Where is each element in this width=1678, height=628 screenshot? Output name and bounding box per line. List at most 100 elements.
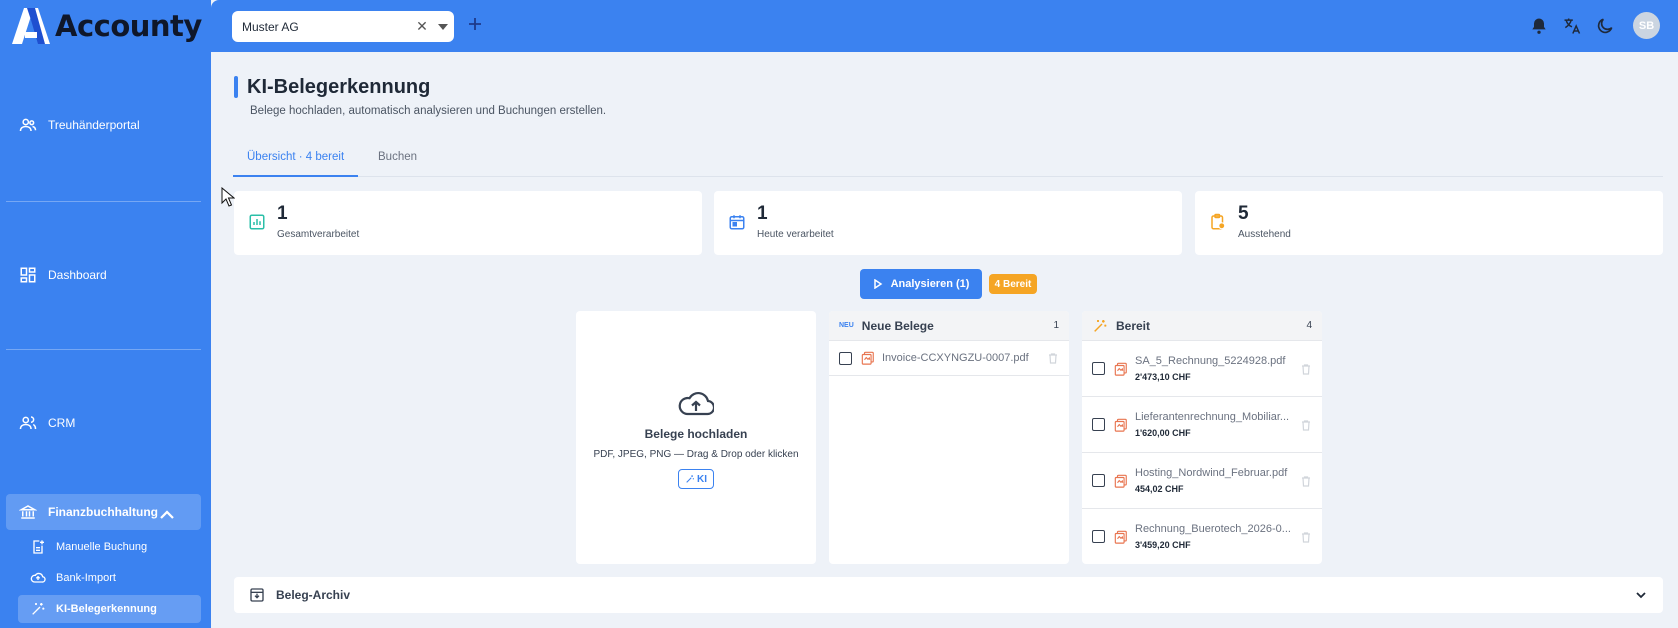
archive-icon — [250, 588, 264, 602]
analyze-button-label: Analysieren (1) — [890, 278, 970, 290]
trash-icon[interactable] — [1300, 531, 1312, 543]
stat-card-ausstehend: 5 Ausstehend — [1195, 191, 1663, 255]
magic-wand-icon — [1094, 319, 1107, 332]
pdf-file-icon — [1114, 474, 1127, 488]
sidebar-item-label: Treuhänderportal — [48, 118, 140, 132]
clear-icon[interactable]: ✕ — [412, 18, 432, 35]
list-item[interactable]: Hosting_Nordwind_Februar.pdf 454,02 CHF — [1082, 453, 1322, 509]
column-count: 1 — [1053, 320, 1059, 331]
company-select-value[interactable]: Muster AG — [242, 20, 412, 34]
stat-card-heute: 1 Heute verarbeitet — [714, 191, 1182, 255]
avatar[interactable]: SB — [1633, 12, 1660, 39]
plus-icon — [469, 18, 481, 30]
tabs: Übersicht · 4 bereit Buchen — [233, 147, 1663, 177]
cloud-upload-icon — [30, 572, 46, 583]
clipboard-pending-icon — [1211, 213, 1226, 230]
list-item[interactable]: SA_5_Rechnung_5224928.pdf 2'473,10 CHF — [1082, 341, 1322, 397]
grid-icon — [20, 267, 36, 283]
sidebar-item-treuhaenderportal[interactable]: Treuhänderportal — [6, 107, 201, 143]
contacts-icon — [19, 416, 37, 430]
checkbox[interactable] — [1092, 474, 1105, 487]
stat-value: 5 — [1238, 203, 1249, 224]
archive-label: Beleg-Archiv — [276, 588, 351, 602]
stat-label: Gesamtverarbeitet — [277, 229, 360, 240]
ready-documents-column: Bereit 4 SA_5_Rechnung_5224928.pdf 2'473… — [1082, 311, 1322, 564]
trash-icon[interactable] — [1047, 352, 1059, 364]
list-item[interactable]: Invoice-CCXYNGZU-0007.pdf — [829, 341, 1069, 376]
stat-value: 1 — [277, 203, 288, 224]
ki-chip: KI — [678, 469, 714, 489]
pdf-file-icon — [1114, 530, 1127, 544]
dark-mode-icon[interactable] — [1595, 16, 1615, 36]
upload-dropzone[interactable]: Belege hochladen PDF, JPEG, PNG — Drag &… — [576, 311, 816, 564]
stat-label: Ausstehend — [1238, 229, 1291, 240]
sidebar-subitem-bank-import[interactable]: Bank-Import — [18, 564, 201, 592]
file-name: Rechnung_Buerotech_2026-0... — [1135, 523, 1291, 535]
pdf-file-icon — [861, 351, 874, 365]
trash-icon[interactable] — [1300, 475, 1312, 487]
checkbox[interactable] — [1092, 530, 1105, 543]
list-item[interactable]: Lieferantenrechnung_Mobiliar... 1'620,00… — [1082, 397, 1322, 453]
title-accent — [234, 76, 238, 98]
sidebar-item-crm[interactable]: CRM — [6, 405, 201, 441]
sidebar-item-dashboard[interactable]: Dashboard — [6, 257, 201, 293]
chart-icon — [249, 214, 265, 230]
translate-icon[interactable] — [1562, 16, 1582, 36]
trash-icon[interactable] — [1300, 419, 1312, 431]
file-name: SA_5_Rechnung_5224928.pdf — [1135, 355, 1286, 367]
sidebar-subitem-label: Bank-Import — [56, 572, 116, 584]
bank-icon — [19, 505, 37, 519]
column-header: Bereit 4 — [1082, 311, 1322, 341]
magic-wand-icon — [32, 603, 45, 615]
checkbox[interactable] — [1092, 418, 1105, 431]
ready-badge: 4 Bereit — [989, 274, 1037, 294]
sidebar-subitem-label: KI-Belegerkennung — [56, 603, 157, 615]
bell-icon[interactable] — [1529, 16, 1549, 36]
chevron-down-icon[interactable] — [1635, 589, 1647, 601]
list-item[interactable]: Rechnung_Buerotech_2026-0... 3'459,20 CH… — [1082, 509, 1322, 564]
trash-icon[interactable] — [1300, 363, 1312, 375]
calendar-icon — [729, 215, 745, 230]
upload-title: Belege hochladen — [644, 427, 748, 441]
analyze-button[interactable]: Analysieren (1) — [860, 269, 982, 299]
cloud-upload-icon — [678, 392, 714, 416]
ki-chip-label: KI — [697, 473, 707, 485]
page-title: KI-Belegerkennung — [247, 76, 431, 98]
file-amount: 3'459,20 CHF — [1135, 540, 1191, 550]
file-name: Hosting_Nordwind_Februar.pdf — [1135, 467, 1288, 479]
tab-uebersicht[interactable]: Übersicht · 4 bereit — [233, 147, 359, 177]
mouse-cursor-icon — [221, 187, 235, 207]
sidebar-subitem-manuelle-buchung[interactable]: Manuelle Buchung — [18, 533, 201, 561]
logo[interactable]: Accounty — [10, 6, 202, 46]
column-title: Bereit — [1116, 318, 1151, 333]
add-company-button[interactable] — [463, 14, 487, 38]
tab-buchen[interactable]: Buchen — [364, 147, 431, 177]
chevron-up-icon[interactable] — [158, 506, 176, 524]
sidebar: Accounty Treuhänderportal Dashboard CRM … — [0, 0, 211, 628]
column-title: Neue Belege — [861, 318, 934, 333]
page-subtitle: Belege hochladen, automatisch analysiere… — [250, 105, 607, 117]
file-amount: 2'473,10 CHF — [1135, 372, 1191, 382]
new-documents-column: NEU Neue Belege 1 Invoice-CCXYNGZU-0007.… — [829, 311, 1069, 564]
magic-wand-icon — [686, 475, 694, 483]
sidebar-subitem-label: Manuelle Buchung — [56, 541, 148, 553]
archive-accordion[interactable]: Beleg-Archiv — [234, 577, 1663, 613]
file-amount: 1'620,00 CHF — [1135, 428, 1191, 438]
column-count: 4 — [1306, 320, 1312, 331]
column-header: NEU Neue Belege 1 — [829, 311, 1069, 341]
file-name: Invoice-CCXYNGZU-0007.pdf — [882, 352, 1029, 364]
new-tag: NEU — [839, 322, 854, 329]
checkbox[interactable] — [839, 351, 852, 365]
topbar: Muster AG ✕ SB — [211, 0, 1678, 52]
upload-hint: PDF, JPEG, PNG — Drag & Drop oder klicke… — [593, 449, 799, 460]
file-amount: 454,02 CHF — [1135, 484, 1184, 494]
chevron-down-icon[interactable] — [432, 23, 454, 30]
sidebar-item-finanzbuchhaltung[interactable]: Finanzbuchhaltung — [6, 494, 201, 530]
sidebar-subitem-ki-belegerkennung[interactable]: KI-Belegerkennung — [18, 595, 201, 623]
checkbox[interactable] — [1092, 362, 1105, 375]
users-icon — [19, 118, 37, 132]
company-select[interactable]: Muster AG ✕ — [232, 11, 454, 42]
sidebar-item-label: CRM — [48, 416, 76, 430]
file-name: Lieferantenrechnung_Mobiliar... — [1135, 411, 1290, 423]
divider — [6, 201, 201, 202]
